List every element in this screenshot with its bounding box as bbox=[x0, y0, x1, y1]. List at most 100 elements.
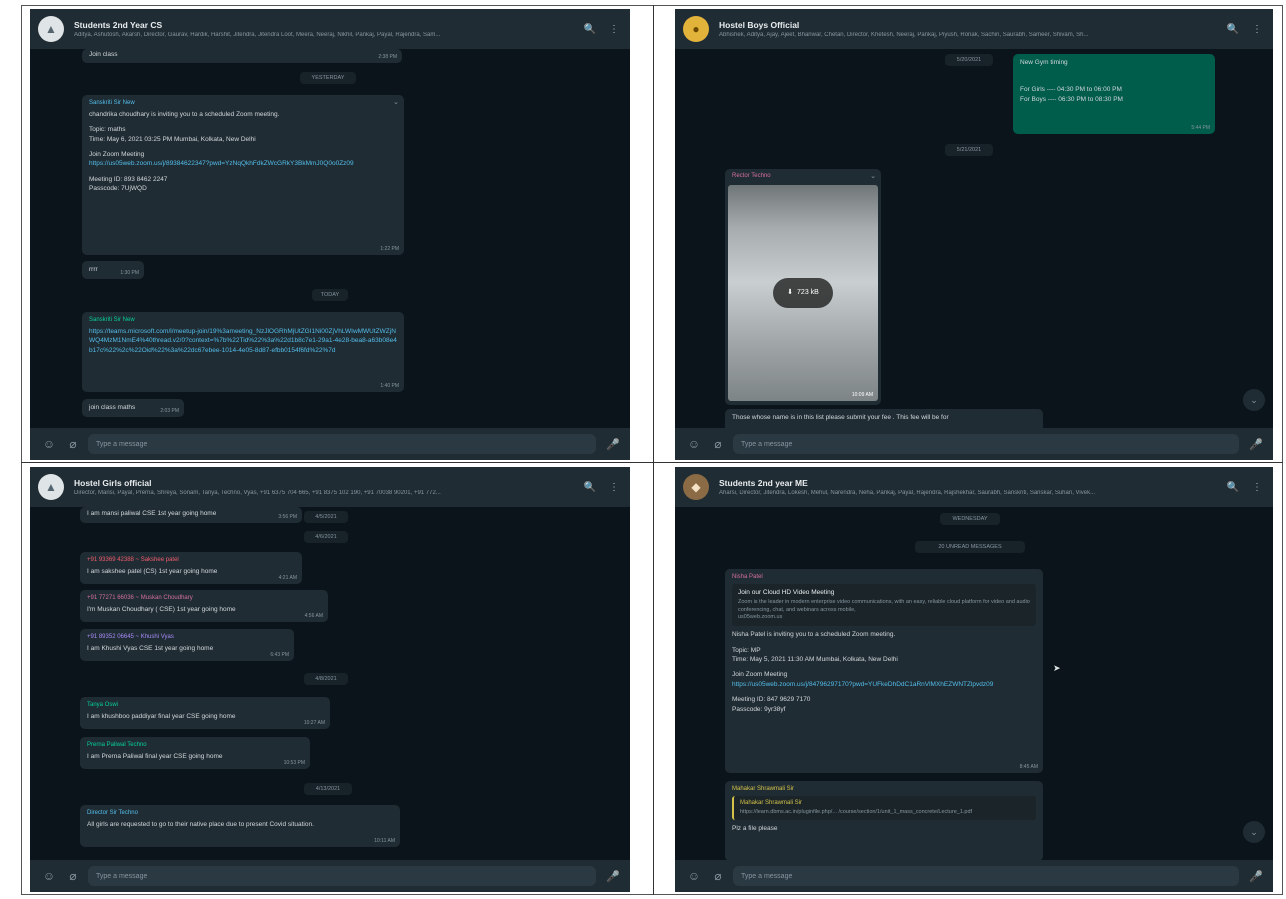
chat-window-students-me: ◆ Students 2nd year ME Aharsi, Director,… bbox=[675, 467, 1273, 892]
search-icon[interactable]: 🔍 bbox=[582, 24, 598, 35]
message-bubble[interactable]: Those whose name is in this list please … bbox=[725, 409, 1043, 428]
emoji-icon[interactable]: ☺ bbox=[685, 437, 703, 451]
group-avatar[interactable]: ▲ bbox=[38, 16, 64, 42]
emoji-icon[interactable]: ☺ bbox=[40, 869, 58, 883]
date-chip: 5/20/2021 bbox=[945, 54, 993, 66]
message-bubble[interactable]: Director Sir Techno All girls are reques… bbox=[80, 805, 400, 847]
group-icon: ▲ bbox=[45, 480, 57, 494]
chat-header[interactable]: ▲ Students 2nd Year CS Aditya, Ashutosh,… bbox=[30, 9, 630, 49]
chevron-down-icon: ⌄ bbox=[1250, 394, 1258, 405]
attach-icon[interactable]: ⌀ bbox=[709, 869, 727, 883]
group-avatar[interactable]: ● bbox=[683, 16, 709, 42]
chat-window-hostel-girls: ▲ Hostel Girls official Director, Mansi,… bbox=[30, 467, 630, 892]
message-list[interactable]: WEDNESDAY 20 UNREAD MESSAGES Nisha Patel… bbox=[675, 507, 1273, 860]
date-chip: 5/21/2021 bbox=[945, 144, 993, 156]
mic-icon[interactable]: 🎤 bbox=[606, 438, 620, 451]
message-bubble[interactable]: I am mansi paliwal CSE 1st year going ho… bbox=[80, 507, 302, 523]
download-button[interactable]: ⬇ 723 kB bbox=[773, 278, 833, 308]
attach-icon[interactable]: ⌀ bbox=[64, 869, 82, 883]
scroll-down-button[interactable]: ⌄ bbox=[1243, 821, 1265, 843]
group-avatar[interactable]: ▲ bbox=[38, 474, 64, 500]
search-icon[interactable]: 🔍 bbox=[582, 482, 598, 493]
message-bubble[interactable]: join class maths 2:03 PM bbox=[82, 399, 184, 417]
message-bubble[interactable]: +91 93369 42388 ~ Sakshee patel I am sak… bbox=[80, 552, 302, 584]
message-sender[interactable]: Nisha Patel bbox=[732, 573, 1036, 582]
message-bubble[interactable]: Mahakar Shrawmali Sir Mahakar Shrawmali … bbox=[725, 781, 1043, 860]
chat-header[interactable]: ● Hostel Boys Official Abhishek, Aditya,… bbox=[675, 9, 1273, 49]
message-time: 2:38 PM bbox=[378, 53, 397, 60]
date-chip: WEDNESDAY bbox=[940, 513, 1000, 525]
attach-icon[interactable]: ⌀ bbox=[709, 437, 727, 451]
menu-icon[interactable]: ⋮ bbox=[1249, 482, 1265, 493]
message-link[interactable]: https://us05web.zoom.us/j/89384622347?pw… bbox=[89, 159, 397, 168]
menu-icon[interactable]: ⋮ bbox=[606, 482, 622, 493]
message-line: Join Zoom Meeting bbox=[89, 150, 145, 158]
emoji-icon[interactable]: ☺ bbox=[40, 437, 58, 451]
quoted-message[interactable]: Mahakar Shrawmali Sir https://learn.dbms… bbox=[732, 795, 1036, 821]
message-text: I am mansi paliwal CSE 1st year going ho… bbox=[87, 510, 217, 517]
link-preview[interactable]: Join our Cloud HD Video Meeting Zoom is … bbox=[732, 583, 1036, 627]
date-chip: YESTERDAY bbox=[300, 72, 356, 84]
media-thumbnail[interactable]: ⬇ 723 kB 10:09 AM bbox=[728, 185, 878, 401]
attach-icon[interactable]: ⌀ bbox=[64, 437, 82, 451]
chat-title: Hostel Girls official bbox=[74, 478, 152, 488]
message-sender[interactable]: Tanya Oswi bbox=[87, 701, 323, 710]
chat-header[interactable]: ▲ Hostel Girls official Director, Mansi,… bbox=[30, 467, 630, 507]
message-input[interactable]: Type a message bbox=[733, 866, 1239, 886]
media-time: 10:09 AM bbox=[851, 391, 873, 398]
message-list[interactable]: 5/20/2021 New Gym timing For Girls ---- … bbox=[675, 49, 1273, 428]
group-avatar[interactable]: ◆ bbox=[683, 474, 709, 500]
scroll-down-button[interactable]: ⌄ bbox=[1243, 389, 1265, 411]
message-sender[interactable]: Sanskriti Sir New bbox=[89, 99, 397, 108]
chat-members: Aharsi, Director, Jitendra, Lokesh, Mehu… bbox=[719, 490, 1096, 496]
message-sender[interactable]: Rector Techno bbox=[728, 172, 878, 181]
mic-icon[interactable]: 🎤 bbox=[606, 870, 620, 883]
message-bubble[interactable]: +91 89352 06645 ~ Khushi Vyas I am Khush… bbox=[80, 629, 294, 661]
message-bubble[interactable]: Tanya Oswi I am khushboo paddiyar final … bbox=[80, 697, 330, 729]
compose-bar: ☺ ⌀ Type a message 🎤 bbox=[30, 428, 630, 460]
message-input[interactable]: Type a message bbox=[733, 434, 1239, 454]
message-line: Time: May 5, 2021 11:30 AM Mumbai, Kolka… bbox=[732, 656, 898, 664]
message-link[interactable]: https://us05web.zoom.us/j/84796297170?pw… bbox=[732, 680, 1036, 689]
message-bubble[interactable]: +91 77271 66036 ~ Muskan Choudhary I'm M… bbox=[80, 590, 328, 622]
message-sender[interactable]: Sanskriti Sir New bbox=[89, 316, 397, 325]
message-link[interactable]: https://teams.microsoft.com/l/meetup-joi… bbox=[89, 327, 397, 355]
message-input[interactable]: Type a message bbox=[88, 434, 596, 454]
message-bubble[interactable]: Prerna Paliwal Techno I am Prerna Paliwa… bbox=[80, 737, 310, 769]
message-sender[interactable]: +91 89352 06645 ~ Khushi Vyas bbox=[87, 633, 287, 642]
message-sender[interactable]: Director Sir Techno bbox=[87, 809, 393, 818]
message-sender[interactable]: +91 77271 66036 ~ Muskan Choudhary bbox=[87, 594, 321, 603]
search-icon[interactable]: 🔍 bbox=[1225, 24, 1241, 35]
message-bubble[interactable]: Nisha Patel Join our Cloud HD Video Meet… bbox=[725, 569, 1043, 773]
message-bubble[interactable]: Join class 2:38 PM bbox=[82, 49, 402, 63]
message-bubble[interactable]: rrrr 1:30 PM bbox=[82, 261, 144, 279]
chat-header[interactable]: ◆ Students 2nd year ME Aharsi, Director,… bbox=[675, 467, 1273, 507]
emoji-icon[interactable]: ☺ bbox=[685, 869, 703, 883]
message-time: 6:43 PM bbox=[270, 651, 289, 658]
message-text: Join class bbox=[89, 51, 118, 58]
message-bubble[interactable]: ⌄ Sanskriti Sir New chandrika choudhary … bbox=[82, 95, 404, 255]
message-time: 5:44 PM bbox=[1191, 124, 1210, 131]
menu-icon[interactable]: ⋮ bbox=[606, 24, 622, 35]
message-bubble[interactable]: ⌄ Rector Techno ⬇ 723 kB 10:09 AM bbox=[725, 169, 881, 405]
search-icon[interactable]: 🔍 bbox=[1225, 482, 1241, 493]
message-text: join class maths bbox=[89, 404, 136, 411]
message-list[interactable]: Join class 2:38 PM YESTERDAY ⌄ Sanskriti… bbox=[30, 49, 630, 428]
message-sender[interactable]: +91 93369 42388 ~ Sakshee patel bbox=[87, 556, 295, 565]
chat-title: Hostel Boys Official bbox=[719, 20, 800, 30]
mic-icon[interactable]: 🎤 bbox=[1249, 438, 1263, 451]
message-time: 3:56 PM bbox=[278, 513, 297, 520]
message-line: For Boys ---- 06:30 PM to 08:30 PM bbox=[1020, 95, 1123, 103]
chevron-down-icon[interactable]: ⌄ bbox=[393, 98, 399, 108]
message-sender[interactable]: Mahakar Shrawmali Sir bbox=[732, 785, 1036, 794]
message-list[interactable]: I am mansi paliwal CSE 1st year going ho… bbox=[30, 507, 630, 860]
message-input[interactable]: Type a message bbox=[88, 866, 596, 886]
date-chip: 4/8/2021 bbox=[304, 673, 348, 685]
message-sender[interactable]: Prerna Paliwal Techno bbox=[87, 741, 303, 750]
message-bubble[interactable]: Sanskriti Sir New https://teams.microsof… bbox=[82, 312, 404, 392]
mic-icon[interactable]: 🎤 bbox=[1249, 870, 1263, 883]
menu-icon[interactable]: ⋮ bbox=[1249, 24, 1265, 35]
message-bubble[interactable]: New Gym timing For Girls ---- 04:30 PM t… bbox=[1013, 54, 1215, 134]
compose-bar: ☺ ⌀ Type a message 🎤 bbox=[675, 428, 1273, 460]
chevron-down-icon[interactable]: ⌄ bbox=[870, 172, 876, 182]
